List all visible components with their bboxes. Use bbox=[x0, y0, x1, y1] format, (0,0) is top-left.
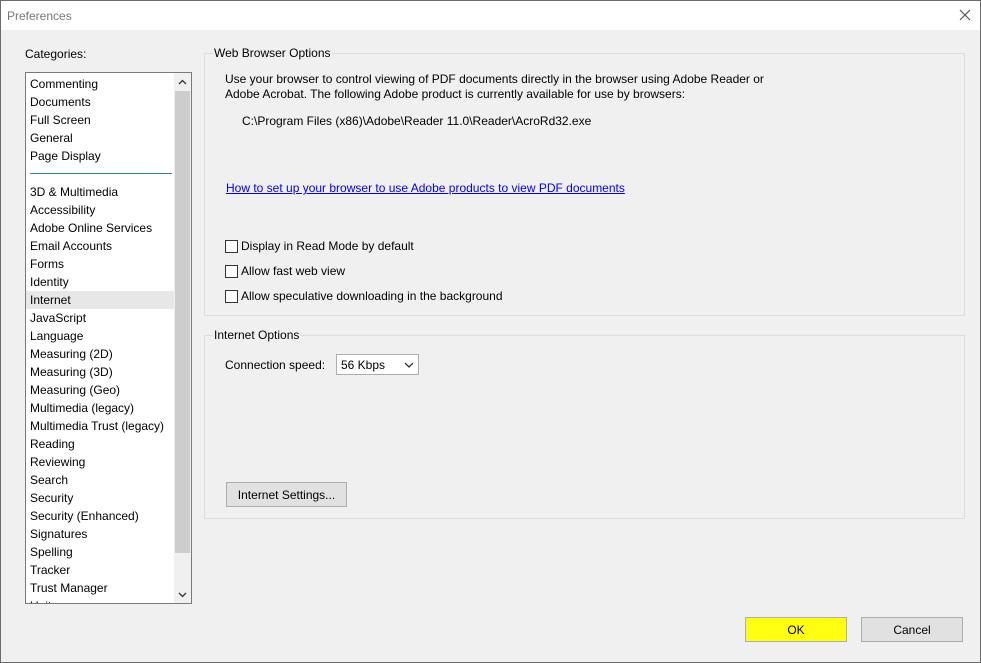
category-item[interactable]: Adobe Online Services bbox=[26, 219, 174, 237]
category-item[interactable]: Commenting bbox=[26, 75, 174, 93]
speculative-download-checkbox[interactable] bbox=[225, 289, 238, 303]
internet-options-title: Internet Options bbox=[213, 328, 301, 342]
close-button[interactable] bbox=[954, 5, 976, 25]
connection-speed-value: 56 Kbps bbox=[341, 358, 386, 372]
category-item[interactable]: Forms bbox=[26, 255, 174, 273]
read-mode-checkbox-row[interactable]: Display in Read Mode by default bbox=[225, 239, 414, 253]
preferences-dialog: Preferences Categories: Commenting Docume… bbox=[0, 0, 981, 663]
scroll-up-button[interactable] bbox=[174, 73, 191, 90]
category-item[interactable]: Measuring (2D) bbox=[26, 345, 174, 363]
category-item[interactable]: Internet bbox=[26, 291, 174, 309]
browser-description: Use your browser to control viewing of P… bbox=[225, 72, 764, 101]
speculative-download-checkbox-row[interactable]: Allow speculative downloading in the bac… bbox=[225, 289, 503, 303]
category-item[interactable]: General bbox=[26, 129, 174, 147]
category-item[interactable]: Tracker bbox=[26, 561, 174, 579]
category-item[interactable]: Accessibility bbox=[26, 201, 174, 219]
internet-settings-button[interactable]: Internet Settings... bbox=[226, 482, 347, 507]
scroll-thumb[interactable] bbox=[175, 91, 190, 553]
category-separator bbox=[30, 173, 172, 174]
reader-path: C:\Program Files (x86)\Adobe\Reader 11.0… bbox=[242, 114, 592, 128]
read-mode-checkbox[interactable] bbox=[225, 239, 238, 253]
category-item[interactable]: Trust Manager bbox=[26, 579, 174, 597]
category-item[interactable]: Spelling bbox=[26, 543, 174, 561]
chevron-up-icon bbox=[178, 79, 187, 84]
category-item[interactable]: Security bbox=[26, 489, 174, 507]
category-item[interactable]: Reviewing bbox=[26, 453, 174, 471]
categories-list[interactable]: Commenting Documents Full Screen General Pag… bbox=[25, 72, 192, 604]
fast-web-view-checkbox[interactable] bbox=[225, 264, 238, 278]
category-item[interactable]: Documents bbox=[26, 93, 174, 111]
category-item[interactable]: Multimedia Trust (legacy) bbox=[26, 417, 174, 435]
category-item[interactable]: Units bbox=[26, 597, 174, 603]
category-item[interactable]: Language bbox=[26, 327, 174, 345]
category-item[interactable]: Signatures bbox=[26, 525, 174, 543]
read-mode-label: Display in Read Mode by default bbox=[241, 239, 414, 253]
category-item[interactable]: Identity bbox=[26, 273, 174, 291]
web-browser-options-title: Web Browser Options bbox=[213, 46, 332, 60]
chevron-down-icon bbox=[178, 592, 187, 597]
title-bar: Preferences bbox=[1, 1, 980, 30]
category-item[interactable]: Measuring (Geo) bbox=[26, 381, 174, 399]
category-item[interactable]: JavaScript bbox=[26, 309, 174, 327]
categories-label: Categories: bbox=[25, 47, 87, 61]
category-item[interactable]: Full Screen bbox=[26, 111, 174, 129]
fast-web-view-checkbox-row[interactable]: Allow fast web view bbox=[225, 264, 345, 278]
category-item[interactable]: Multimedia (legacy) bbox=[26, 399, 174, 417]
category-item[interactable]: Reading bbox=[26, 435, 174, 453]
scroll-down-button[interactable] bbox=[174, 586, 191, 603]
chevron-down-icon bbox=[404, 362, 414, 368]
category-item[interactable]: Email Accounts bbox=[26, 237, 174, 255]
category-item[interactable]: Page Display bbox=[26, 147, 174, 165]
speculative-download-label: Allow speculative downloading in the bac… bbox=[241, 289, 503, 303]
window-title: Preferences bbox=[7, 9, 72, 23]
category-item[interactable]: 3D & Multimedia bbox=[26, 183, 174, 201]
browser-setup-link[interactable]: How to set up your browser to use Adobe … bbox=[226, 181, 625, 195]
category-item[interactable]: Search bbox=[26, 471, 174, 489]
close-icon bbox=[959, 9, 971, 21]
categories-items: Commenting Documents Full Screen General Pag… bbox=[26, 75, 174, 603]
category-item[interactable]: Security (Enhanced) bbox=[26, 507, 174, 525]
connection-speed-label: Connection speed: bbox=[225, 358, 326, 372]
categories-scrollbar[interactable] bbox=[174, 73, 191, 603]
ok-button[interactable]: OK bbox=[745, 617, 847, 642]
category-item[interactable]: Measuring (3D) bbox=[26, 363, 174, 381]
connection-speed-select[interactable]: 56 Kbps bbox=[336, 354, 419, 375]
cancel-button[interactable]: Cancel bbox=[861, 617, 963, 642]
fast-web-view-label: Allow fast web view bbox=[241, 264, 346, 278]
